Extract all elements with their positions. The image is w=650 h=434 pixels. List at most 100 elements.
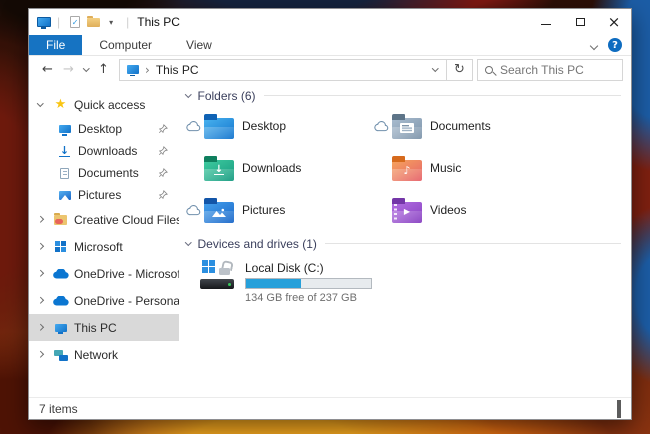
drive-body-icon [200, 279, 234, 289]
pin-icon [158, 168, 168, 178]
download-icon: ↓ [58, 143, 71, 157]
cloud-status-icon [186, 120, 201, 131]
customize-toolbar-button[interactable]: ▾ [102, 12, 120, 32]
folder-tile-videos[interactable]: ▶ Videos [374, 189, 562, 231]
breadcrumb-location[interactable]: This PC [156, 63, 199, 77]
forward-button[interactable]: → [58, 62, 79, 77]
hard-drive-icon [200, 260, 238, 289]
breadcrumb[interactable]: › This PC [120, 60, 424, 80]
group-header-label: Devices and drives (1) [197, 236, 317, 251]
search-input[interactable] [500, 62, 615, 77]
sidebar-item-onedrive-microsoft[interactable]: OneDrive - Microsoft [29, 260, 179, 287]
address-bar[interactable]: › This PC ↻ [119, 58, 473, 81]
status-bar: 7 items [29, 397, 631, 419]
chevron-down-icon [185, 91, 192, 98]
close-button[interactable]: × [597, 9, 631, 35]
chevron-down-icon [589, 41, 599, 51]
back-button[interactable]: ← [37, 62, 58, 77]
sidebar-item-creative-cloud-files[interactable]: Creative Cloud Files [29, 206, 179, 233]
folder-label: Desktop [242, 119, 287, 133]
sidebar-item-desktop[interactable]: Desktop [29, 118, 179, 140]
recent-locations-button[interactable] [79, 65, 93, 72]
tab-computer[interactable]: Computer [82, 35, 169, 55]
folder-tile-documents[interactable]: Documents [374, 105, 562, 147]
chevron-right-icon [37, 351, 44, 358]
maximize-icon [575, 18, 585, 26]
sidebar-item-microsoft[interactable]: Microsoft [29, 233, 179, 260]
expand-ribbon-button[interactable] [589, 36, 599, 54]
close-icon: × [607, 12, 621, 31]
devices-group-header[interactable]: Devices and drives (1) [185, 236, 621, 251]
navigation-bar: ← → ↑ › This PC ↻ [29, 56, 631, 83]
sidebar-item-label: Pictures [78, 188, 122, 202]
drive-usage-fill [246, 279, 301, 288]
navigation-pane: ★ Quick access Desktop ↓ Downloads Docum… [29, 83, 179, 397]
address-dropdown-button[interactable] [424, 60, 447, 80]
folder-tile-music[interactable]: ♪ Music [374, 147, 562, 189]
chevron-right-icon [37, 297, 44, 304]
titlebar: | ✓ ▾ | This PC × [29, 9, 631, 35]
sidebar-item-label: Downloads [78, 144, 138, 158]
cloud-status-icon [374, 120, 389, 131]
app-icon [37, 17, 51, 29]
sidebar-item-onedrive-personal[interactable]: OneDrive - Personal [29, 287, 179, 314]
folders-group-header[interactable]: Folders (6) [185, 88, 621, 103]
sidebar-item-label: Creative Cloud Files [74, 212, 179, 227]
up-button[interactable]: ↑ [93, 62, 114, 77]
properties-button[interactable]: ✓ [66, 12, 84, 32]
drive-name: Local Disk (C:) [245, 261, 324, 275]
divider [263, 95, 621, 96]
properties-icon: ✓ [70, 16, 81, 28]
chevron-right-icon [37, 216, 44, 223]
folder-label: Music [430, 161, 462, 175]
divider [324, 243, 621, 244]
sidebar-item-label: Microsoft [74, 239, 123, 254]
folder-tile-desktop[interactable]: Desktop [186, 105, 374, 147]
microsoft-icon [55, 241, 66, 252]
downloads-folder-icon: ↓ [204, 155, 234, 181]
windows-logo-icon [202, 260, 215, 273]
file-explorer-window: | ✓ ▾ | This PC × File Computer View ? ←… [28, 8, 632, 420]
minimize-icon [541, 23, 551, 25]
sidebar-item-network[interactable]: Network [29, 341, 179, 368]
folder-label: Pictures [242, 203, 286, 217]
chevron-right-icon [37, 270, 44, 277]
window-title: This PC [137, 15, 180, 29]
drive-tile-local-disk-c[interactable]: Local Disk (C:) 134 GB free of 237 GB [200, 260, 621, 304]
minimize-button[interactable] [529, 9, 563, 35]
desktop-folder-icon [204, 113, 234, 139]
new-folder-button[interactable] [84, 12, 102, 32]
maximize-button[interactable] [563, 9, 597, 35]
new-folder-icon [86, 15, 100, 27]
folder-label: Documents [430, 119, 491, 133]
sidebar-item-downloads[interactable]: ↓ Downloads [29, 140, 179, 162]
large-icons-view-button[interactable] [617, 399, 621, 418]
caret-down-icon: ▾ [109, 17, 114, 27]
sidebar-item-pictures[interactable]: Pictures [29, 184, 179, 206]
folder-tile-downloads[interactable]: ↓ Downloads [186, 147, 374, 189]
sidebar-item-quick-access[interactable]: ★ Quick access [29, 91, 179, 118]
content-pane: Folders (6) Desktop Documents ↓ Download… [179, 83, 631, 397]
items-count: 7 items [39, 401, 78, 416]
sidebar-item-label: Quick access [74, 97, 146, 112]
refresh-button[interactable]: ↻ [446, 59, 472, 80]
search-box[interactable] [477, 58, 623, 81]
tab-file[interactable]: File [29, 35, 83, 55]
caption-buttons: × [529, 9, 631, 35]
tab-view[interactable]: View [169, 35, 229, 55]
chevron-down-icon [37, 100, 44, 107]
sidebar-item-documents[interactable]: Documents [29, 162, 179, 184]
sidebar-item-label: OneDrive - Microsoft [74, 266, 179, 281]
this-pc-icon [127, 65, 139, 76]
drive-usage-bar [245, 278, 372, 289]
folder-tile-pictures[interactable]: Pictures [186, 189, 374, 231]
sidebar-item-label: This PC [74, 320, 117, 335]
sidebar-item-this-pc[interactable]: This PC [29, 314, 179, 341]
help-button[interactable]: ? [608, 38, 622, 52]
drive-free-space: 134 GB free of 237 GB [245, 292, 357, 304]
sidebar-item-label: Documents [78, 166, 139, 180]
onedrive-cloud-icon [52, 268, 69, 279]
pin-icon [158, 124, 168, 134]
desktop-icon [58, 125, 71, 136]
document-icon [60, 167, 69, 179]
